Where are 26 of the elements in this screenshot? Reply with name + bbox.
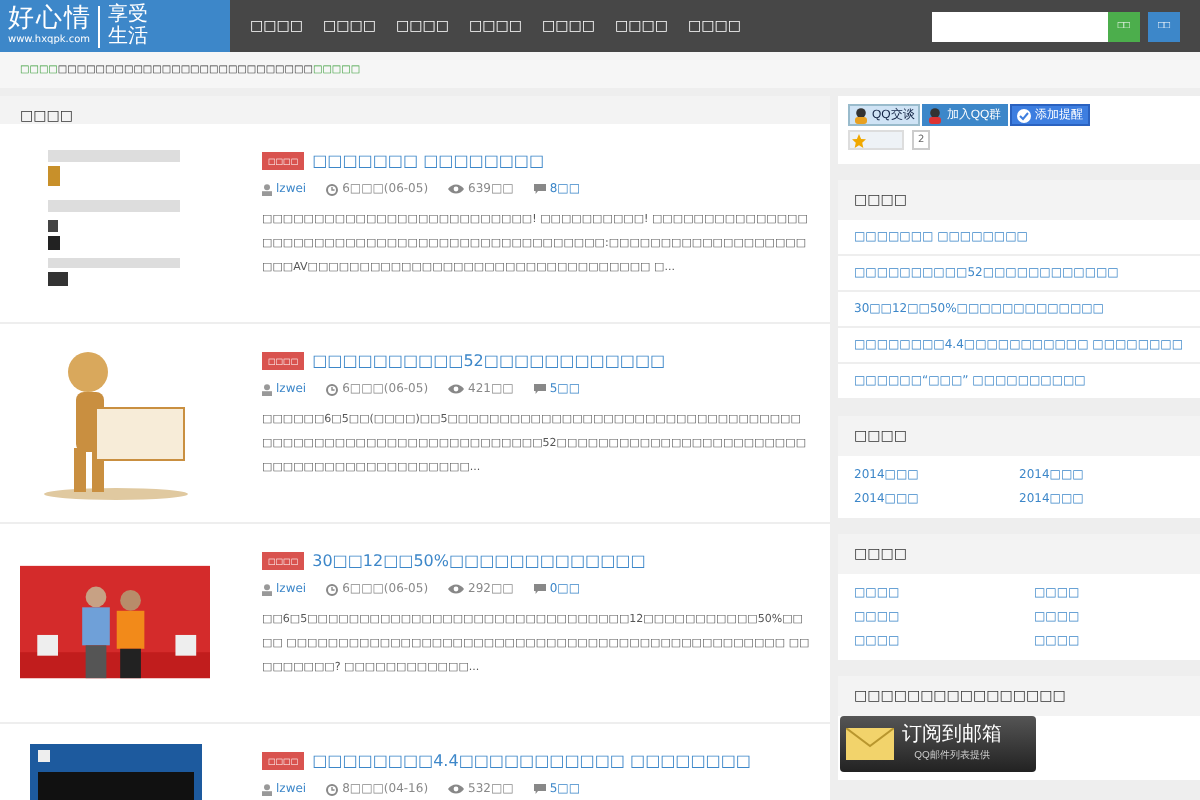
eye-icon	[448, 584, 465, 594]
article-title[interactable]: □□□□□□□□4.4□□□□□□□□□□□ □□□□□□□□	[312, 752, 751, 770]
person-icon	[928, 107, 943, 123]
comment-icon	[533, 584, 546, 594]
eye-icon	[448, 384, 465, 394]
user-icon	[262, 783, 272, 795]
user-icon	[262, 183, 272, 195]
clock-icon	[326, 783, 339, 795]
user-icon	[262, 383, 272, 395]
clock-icon	[326, 583, 339, 595]
user-icon	[262, 583, 272, 595]
check-icon	[1015, 107, 1032, 123]
article-title[interactable]: □□□□□□□ □□□□□□□□	[312, 152, 545, 170]
search-field[interactable]	[931, 11, 1108, 41]
article-title[interactable]: 30□□12□□50%□□□□□□□□□□□□□	[312, 552, 646, 570]
comment-icon	[533, 784, 546, 794]
envelope-icon	[846, 728, 894, 760]
clock-icon	[326, 183, 339, 195]
eye-icon	[448, 184, 465, 194]
clock-icon	[326, 383, 339, 395]
person-icon	[854, 107, 868, 123]
article-title[interactable]: □□□□□□□□□□52□□□□□□□□□□□□	[312, 352, 666, 370]
comment-icon	[533, 184, 546, 194]
eye-icon	[448, 784, 465, 794]
comment-icon	[533, 384, 546, 394]
star-icon	[852, 133, 866, 147]
